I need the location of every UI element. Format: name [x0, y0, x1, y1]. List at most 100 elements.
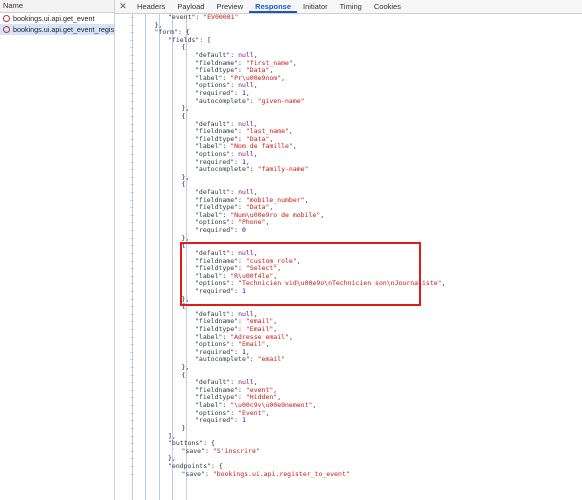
response-viewer[interactable]: – "event": "EV00001" –}, – "form": {– "fields… — [115, 14, 582, 500]
line-gutter-marker: – — [130, 249, 134, 257]
code-line: –}, — [115, 295, 582, 304]
code-line-text: "event": "EV00001" — [168, 14, 239, 21]
code-line: – "fieldname": "email", — [115, 318, 582, 326]
name-column-header[interactable]: Name — [0, 0, 114, 13]
code-line: –{ — [115, 370, 582, 380]
code-line-text: "fields": [ — [168, 35, 212, 44]
code-line: – "fieldtype": "Data", — [115, 203, 582, 212]
tab-preview[interactable]: Preview — [210, 0, 249, 13]
code-line: – "required": 1, — [115, 348, 582, 357]
tab-headers[interactable]: Headers — [131, 0, 171, 13]
tab-initiator[interactable]: Initiator — [297, 0, 334, 13]
code-line: – "options": null, — [115, 82, 582, 90]
code-line: – "fieldname": "last_name", — [115, 127, 582, 136]
request-item-label: bookings.ui.api.get_event — [13, 14, 95, 23]
code-line: – "fieldtype": "Data", — [115, 66, 582, 75]
code-line: – "default": null, — [115, 120, 582, 129]
code-line: – "options": "Event", — [115, 409, 582, 418]
line-gutter-marker: – — [130, 14, 134, 21]
code-line: –{ — [115, 303, 582, 311]
code-line: –{ — [115, 242, 582, 250]
line-gutter-marker: – — [130, 227, 134, 235]
code-line-text: } — [181, 423, 186, 432]
code-line: –}, — [115, 105, 582, 113]
code-line: – "default": null, — [115, 310, 582, 319]
code-line-text: { — [181, 43, 186, 52]
line-gutter-marker: – — [130, 105, 134, 113]
code-line: – "required": 1 — [115, 416, 582, 425]
line-gutter-marker: – — [130, 219, 134, 227]
code-line: – "label": "Adresse email", — [115, 333, 582, 342]
close-icon[interactable]: ✕ — [115, 0, 131, 13]
line-gutter-marker: – — [130, 364, 134, 372]
line-gutter-marker: – — [130, 128, 134, 136]
line-gutter-marker: – — [130, 234, 134, 242]
line-gutter-marker: – — [130, 272, 134, 280]
code-line-text: "save": "S'inscrire" — [181, 446, 260, 455]
code-line: – "default": null, — [115, 378, 582, 387]
code-line-text: { — [181, 302, 186, 311]
xhr-request-icon — [3, 26, 10, 33]
line-gutter-marker: – — [130, 150, 134, 158]
line-gutter-marker: – — [130, 189, 134, 197]
code-line: – "required": 1, — [115, 158, 582, 167]
code-line: –}, — [115, 363, 582, 372]
tab-timing[interactable]: Timing — [334, 0, 368, 13]
code-line-text: { — [181, 370, 186, 379]
line-gutter-marker: – — [130, 82, 134, 90]
code-line: – "fieldtype": "Select", — [115, 264, 582, 273]
code-line-text: { — [181, 180, 186, 189]
line-gutter-marker: – — [130, 36, 134, 44]
line-gutter-marker: – — [130, 386, 134, 394]
code-line: –}, — [115, 173, 582, 182]
tab-cookies[interactable]: Cookies — [368, 0, 407, 13]
code-line-text: { — [181, 111, 186, 120]
request-item[interactable]: bookings.ui.api.get_event — [0, 13, 114, 24]
code-line: – "options": "Phone", — [115, 219, 582, 227]
line-gutter-marker: – — [130, 257, 134, 265]
tab-response[interactable]: Response — [249, 0, 298, 13]
line-gutter-marker: – — [130, 173, 134, 181]
line-gutter-marker: – — [130, 379, 134, 387]
line-gutter-marker: – — [130, 417, 134, 425]
code-line: – "fieldname": "mobile_number", — [115, 196, 582, 205]
xhr-request-icon — [3, 15, 10, 22]
line-gutter-marker: – — [130, 318, 134, 326]
line-gutter-marker: – — [130, 166, 134, 174]
code-line-text: "autocomplete": "email" — [195, 355, 286, 364]
line-gutter-marker: – — [130, 356, 134, 364]
request-list-panel: Name bookings.ui.api.get_event bookings.u… — [0, 0, 115, 500]
line-gutter-marker: – — [130, 295, 134, 303]
request-item[interactable]: bookings.ui.api.get_event_regis... — [0, 24, 114, 35]
code-line: – "default": null, — [115, 51, 582, 60]
line-gutter-marker: – — [130, 325, 134, 333]
line-gutter-marker: – — [130, 90, 134, 98]
request-item-label: bookings.ui.api.get_event_regis... — [13, 25, 114, 34]
tab-payload[interactable]: Payload — [171, 0, 210, 13]
line-gutter-marker: – — [130, 432, 134, 440]
line-gutter-marker: – — [130, 303, 134, 311]
code-line: –{ — [115, 181, 582, 189]
code-line-text: { — [181, 241, 186, 250]
code-line-text: "required": 0 — [195, 226, 246, 235]
line-gutter-marker: – — [130, 135, 134, 143]
line-gutter-marker: – — [130, 394, 134, 402]
line-gutter-marker: – — [130, 402, 134, 410]
line-gutter-marker: – — [130, 348, 134, 356]
line-gutter-marker: – — [130, 204, 134, 212]
line-gutter-marker: – — [130, 265, 134, 273]
code-line: –{ — [115, 111, 582, 121]
line-gutter-marker: – — [130, 120, 134, 128]
line-gutter-marker: – — [130, 67, 134, 75]
line-gutter-marker: – — [130, 59, 134, 67]
code-line: – "label": "Pr\u00e9nom", — [115, 74, 582, 83]
code-line: – "label": "\u00c9v\u00e9nement", — [115, 401, 582, 410]
line-gutter-marker: – — [130, 196, 134, 204]
line-gutter-marker: – — [130, 424, 134, 432]
line-gutter-marker: – — [130, 447, 134, 455]
line-gutter-marker: – — [130, 21, 134, 29]
line-gutter-marker: – — [130, 44, 134, 52]
line-gutter-marker: – — [130, 29, 134, 37]
code-line: – "label": "Nom de famille", — [115, 143, 582, 151]
line-gutter-marker: – — [130, 462, 134, 470]
